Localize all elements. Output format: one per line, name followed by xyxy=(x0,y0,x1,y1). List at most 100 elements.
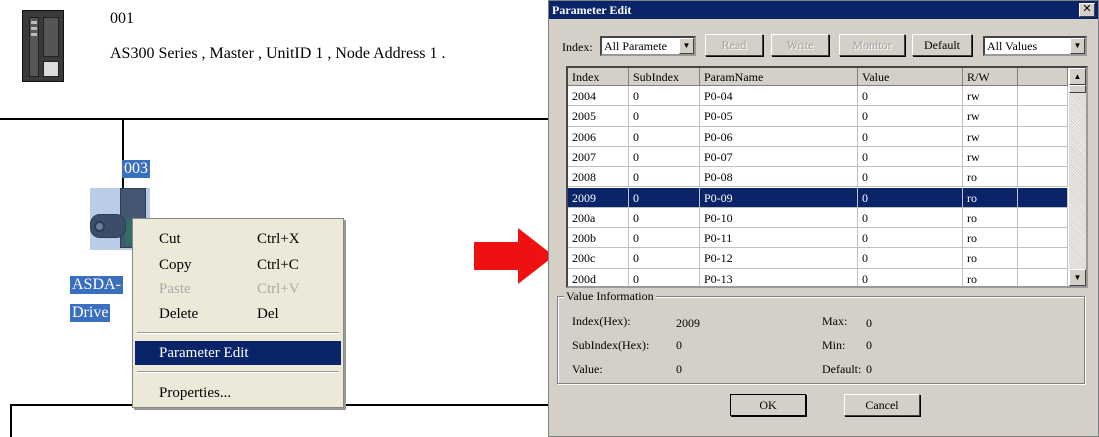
subindex-hex-value: 0 xyxy=(676,338,682,352)
read-button[interactable]: Read xyxy=(705,34,763,56)
table-cell xyxy=(1018,228,1068,249)
table-cell: rw xyxy=(963,146,1018,168)
table-cell xyxy=(1018,146,1068,168)
table-cell: rw xyxy=(963,106,1018,127)
table-cell: 0 xyxy=(629,207,700,229)
table-cell: P0-05 xyxy=(700,106,858,127)
table-row[interactable]: 200d 0 P0-13 0 ro xyxy=(568,268,1068,286)
table-row[interactable]: 200a 0 P0-10 0 ro xyxy=(568,207,1068,229)
table-cell: 0 xyxy=(629,106,700,127)
menu-separator xyxy=(137,371,339,373)
network-canvas[interactable]: 001 AS300 Series , Master , UnitID 1 , N… xyxy=(0,0,554,437)
scroll-up-icon[interactable]: ▲ xyxy=(1069,68,1086,85)
table-cell xyxy=(1018,106,1068,127)
min-label: Min: xyxy=(822,338,846,352)
table-cell: 0 xyxy=(858,268,963,286)
table-cell: 0 xyxy=(858,248,963,269)
column-header-rw[interactable]: R/W xyxy=(963,68,1018,86)
value-filter-select[interactable]: All Values ▼ xyxy=(983,36,1087,56)
menu-item-delete[interactable]: Delete Del xyxy=(135,302,341,326)
cancel-button[interactable]: Cancel xyxy=(844,394,920,416)
table-cell xyxy=(1018,248,1068,269)
table-cell xyxy=(1018,268,1068,286)
scroll-down-icon[interactable]: ▼ xyxy=(1069,269,1086,286)
table-cell xyxy=(1018,126,1068,147)
bus-line-top xyxy=(0,118,548,120)
column-header-paramname[interactable]: ParamName xyxy=(700,68,858,86)
write-button[interactable]: Write xyxy=(771,34,829,56)
table-row[interactable]: 2004 0 P0-04 0 rw xyxy=(568,86,1068,107)
value-value: 0 xyxy=(676,362,682,376)
table-cell xyxy=(1018,167,1068,188)
default-button[interactable]: Default xyxy=(912,34,972,56)
table-cell: 0 xyxy=(629,167,700,188)
table-cell: ro xyxy=(963,167,1018,188)
dialog-title: Parameter Edit xyxy=(549,1,1098,19)
table-cell: 200d xyxy=(568,268,629,286)
chevron-down-icon[interactable]: ▼ xyxy=(1070,38,1085,54)
table-cell: 2006 xyxy=(568,126,629,147)
table-cell: rw xyxy=(963,126,1018,147)
table-vertical-scrollbar[interactable]: ▲ ▼ xyxy=(1069,68,1086,286)
max-label: Max: xyxy=(822,314,848,328)
table-row[interactable]: 2009 0 P0-09 0 ro xyxy=(568,187,1068,208)
menu-item-parameter-edit[interactable]: Parameter Edit xyxy=(135,341,341,365)
column-header-subindex[interactable]: SubIndex xyxy=(629,68,700,86)
table-cell: 0 xyxy=(858,187,963,208)
context-menu: Cut Ctrl+X Copy Ctrl+C Paste Ctrl+V Dele… xyxy=(132,218,344,408)
master-node-description: AS300 Series , Master , UnitID 1 , Node … xyxy=(110,45,446,62)
slave-name-line2: Drive xyxy=(70,304,111,322)
parameter-table: Index SubIndex ParamName Value R/W 2004 0… xyxy=(566,66,1088,288)
table-cell: 2005 xyxy=(568,106,629,127)
menu-item-properties[interactable]: Properties... xyxy=(135,381,341,405)
table-row[interactable]: 2006 0 P0-06 0 rw xyxy=(568,126,1068,147)
table-row[interactable]: 2005 0 P0-05 0 rw xyxy=(568,106,1068,127)
table-cell: 0 xyxy=(629,187,700,208)
menu-item-cut[interactable]: Cut Ctrl+X xyxy=(135,227,341,251)
value-information-legend: Value Information xyxy=(564,289,656,304)
table-cell: 0 xyxy=(858,86,963,107)
table-cell: 2007 xyxy=(568,146,629,168)
table-cell: ro xyxy=(963,187,1018,208)
table-row[interactable]: 200b 0 P0-11 0 ro xyxy=(568,228,1068,249)
subindex-hex-label: SubIndex(Hex): xyxy=(572,338,650,352)
monitor-button[interactable]: Monitor xyxy=(839,34,905,56)
index-hex-value: 2009 xyxy=(676,316,700,330)
table-cell: P0-04 xyxy=(700,86,858,107)
table-cell: P0-12 xyxy=(700,248,858,269)
table-cell: ro xyxy=(963,268,1018,286)
table-cell: 2009 xyxy=(568,187,629,208)
table-cell: 0 xyxy=(629,86,700,107)
table-cell: 0 xyxy=(629,248,700,269)
table-cell xyxy=(1018,207,1068,229)
table-cell: ro xyxy=(963,228,1018,249)
table-cell: 0 xyxy=(629,126,700,147)
table-cell: P0-13 xyxy=(700,268,858,286)
menu-item-paste[interactable]: Paste Ctrl+V xyxy=(135,277,341,301)
index-select[interactable]: All Paramete ▼ xyxy=(600,36,696,56)
red-arrow-icon xyxy=(474,228,554,284)
table-cell: 0 xyxy=(629,228,700,249)
bus-line-bottom-drop xyxy=(10,404,12,437)
menu-item-copy[interactable]: Copy Ctrl+C xyxy=(135,253,341,277)
table-cell: 0 xyxy=(858,228,963,249)
plc-master-icon[interactable] xyxy=(22,10,64,82)
table-row[interactable]: 2007 0 P0-07 0 rw xyxy=(568,146,1068,168)
table-cell: P0-07 xyxy=(700,146,858,168)
ok-button[interactable]: OK xyxy=(730,394,806,416)
table-cell: 2008 xyxy=(568,167,629,188)
column-header-index[interactable]: Index xyxy=(568,68,629,86)
table-cell: 2004 xyxy=(568,86,629,107)
scroll-thumb[interactable] xyxy=(1069,85,1086,93)
column-header-value[interactable]: Value xyxy=(858,68,963,86)
table-cell xyxy=(1018,187,1068,208)
table-row[interactable]: 2008 0 P0-08 0 ro xyxy=(568,167,1068,188)
table-row[interactable]: 200c 0 P0-12 0 ro xyxy=(568,248,1068,269)
table-cell: ro xyxy=(963,207,1018,229)
chevron-down-icon[interactable]: ▼ xyxy=(679,38,694,54)
table-cell: 0 xyxy=(629,268,700,286)
default-label: Default: xyxy=(822,362,862,376)
close-icon[interactable]: ✕ xyxy=(1079,3,1095,17)
table-cell: P0-06 xyxy=(700,126,858,147)
value-label: Value: xyxy=(572,362,603,376)
